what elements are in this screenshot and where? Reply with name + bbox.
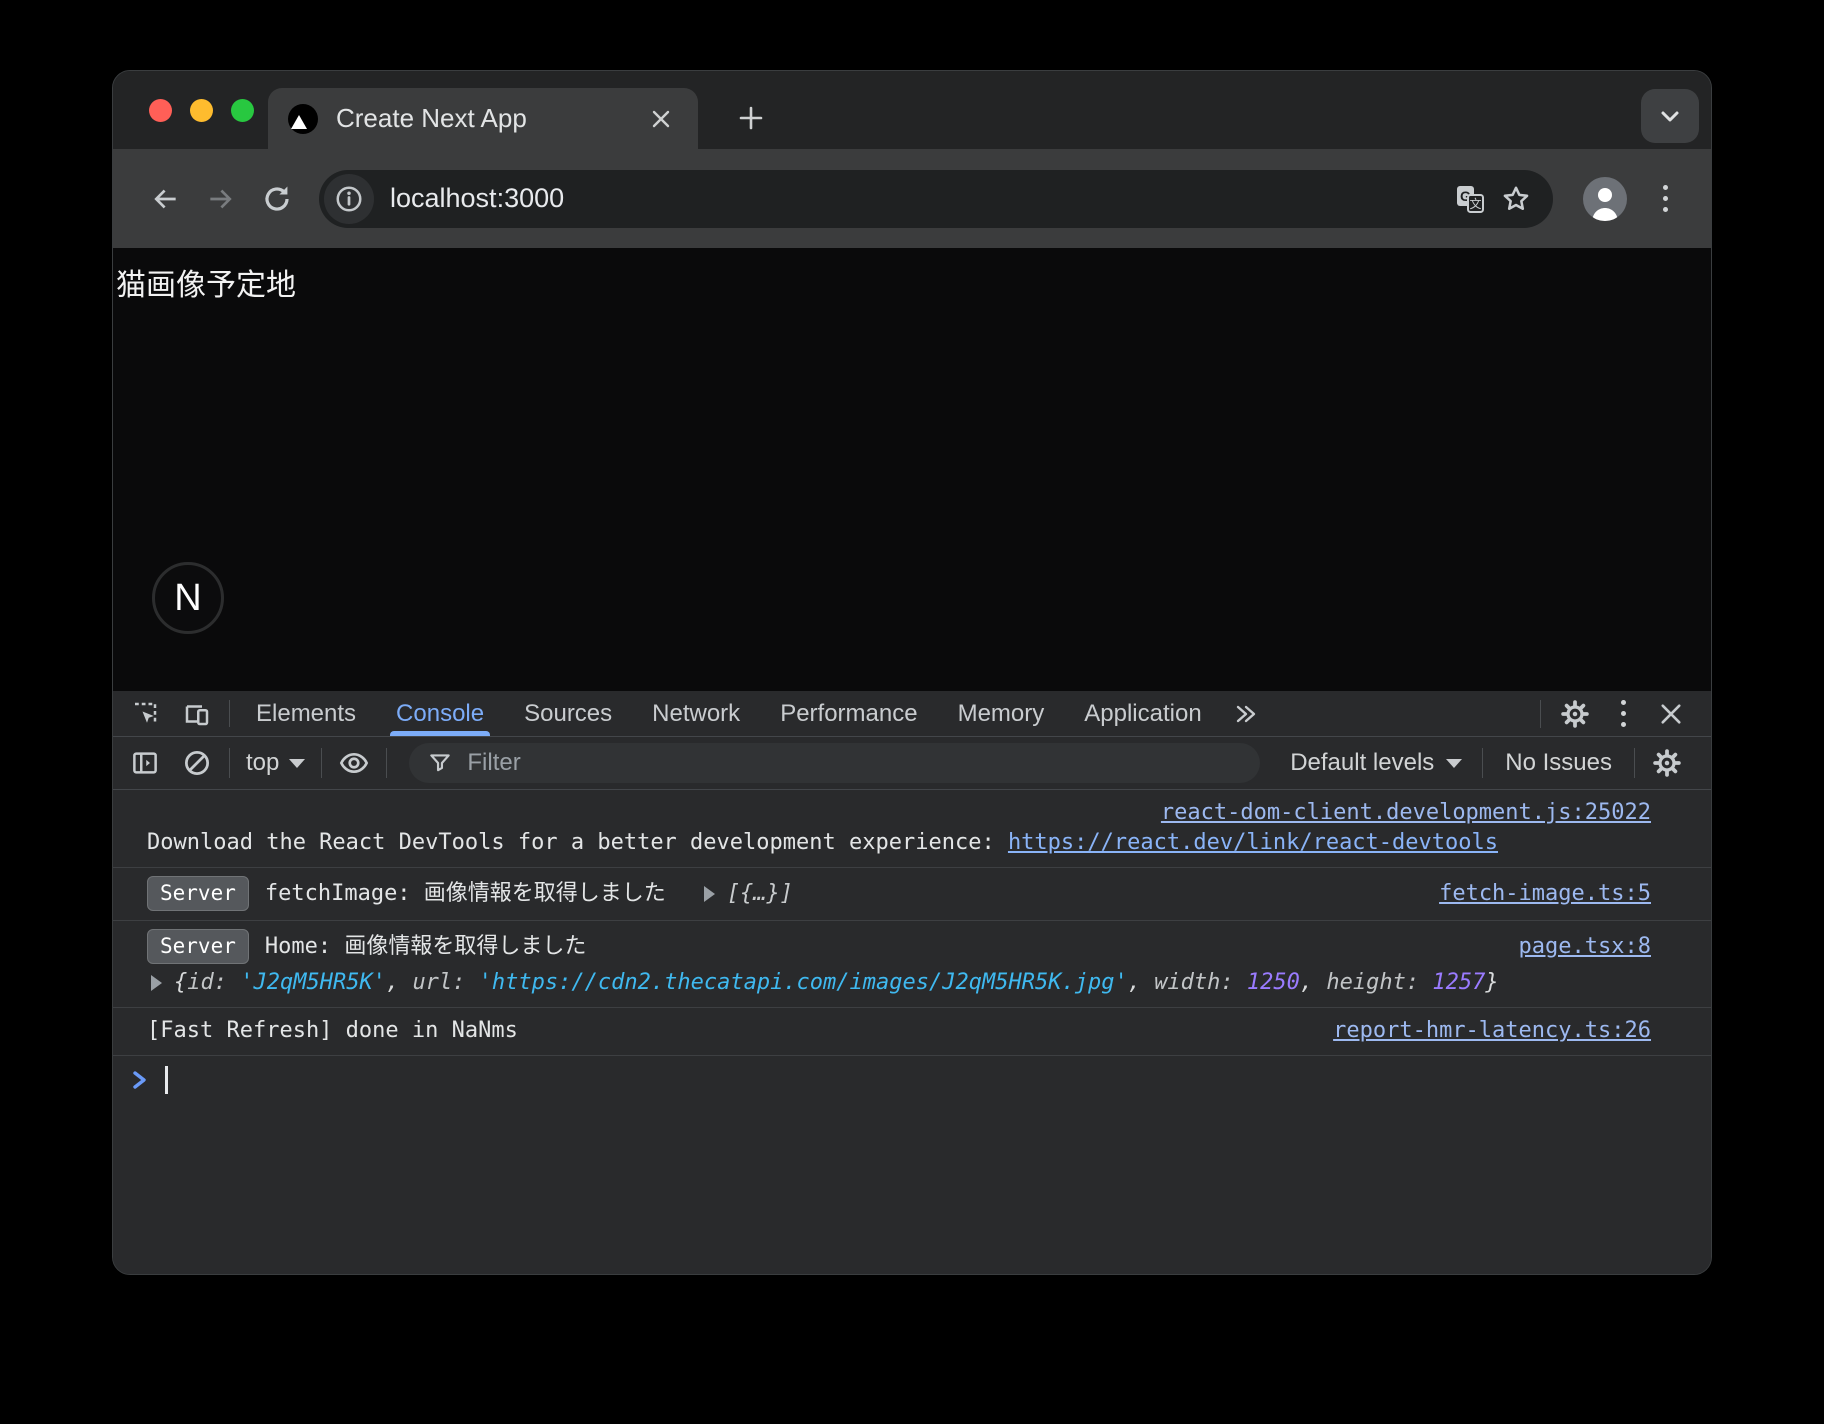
filter-placeholder: Filter	[467, 749, 520, 777]
console-message-react-devtools: react-dom-client.development.js:25022 Do…	[113, 790, 1711, 868]
tab-memory[interactable]: Memory	[938, 691, 1065, 736]
server-badge: Server	[147, 876, 249, 911]
traffic-lights	[149, 71, 254, 149]
more-tabs-icon[interactable]	[1222, 691, 1270, 736]
nextjs-favicon-icon	[288, 104, 318, 134]
nextjs-dev-badge[interactable]: N	[152, 562, 224, 634]
message-text: [Fast Refresh] done in NaNms	[147, 1016, 518, 1046]
source-link[interactable]: page.tsx:8	[1499, 932, 1651, 962]
browser-tab[interactable]: Create Next App	[268, 88, 698, 149]
object-preview[interactable]: {id: 'J2qM5HR5K', url: 'https://cdn2.the…	[174, 968, 1499, 998]
forward-button[interactable]	[193, 171, 249, 227]
collapsed-object-preview[interactable]: [{…}]	[727, 879, 793, 909]
close-window-button[interactable]	[149, 99, 172, 122]
devtools-tabbar: Elements Console Sources Network Perform…	[113, 691, 1711, 737]
prompt-chevron-icon	[129, 1067, 151, 1093]
clear-console-icon[interactable]	[171, 748, 223, 778]
console-message-fetch-image: Server fetchImage: 画像情報を取得しました [{…}] fet…	[113, 868, 1711, 921]
tab-strip: Create Next App	[113, 71, 1711, 149]
expand-triangle-icon[interactable]	[151, 975, 162, 991]
devtools-close-icon[interactable]	[1645, 701, 1697, 727]
react-devtools-link[interactable]: https://react.dev/link/react-devtools	[1008, 828, 1498, 858]
console-prompt[interactable]	[113, 1056, 1711, 1104]
text-cursor	[165, 1066, 168, 1094]
console-toolbar: top Filter Default levels	[113, 737, 1711, 790]
filter-funnel-icon	[427, 750, 453, 776]
device-toolbar-icon[interactable]	[171, 691, 223, 736]
source-link[interactable]: react-dom-client.development.js:25022	[1141, 798, 1651, 828]
browser-window: Create Next App	[112, 70, 1712, 1275]
browser-toolbar: localhost:3000 G 文	[113, 149, 1711, 248]
url-bar[interactable]: localhost:3000 G 文	[319, 170, 1553, 228]
nextjs-n-logo-icon: N	[174, 577, 201, 620]
issues-counter[interactable]: No Issues	[1489, 749, 1628, 777]
tab-sources[interactable]: Sources	[504, 691, 632, 736]
browser-menu-icon[interactable]	[1643, 177, 1687, 221]
devtools-settings-gear-icon[interactable]	[1549, 699, 1601, 729]
console-message-home: Server Home: 画像情報を取得しました page.tsx:8 {id:…	[113, 921, 1711, 1008]
server-badge: Server	[147, 929, 249, 964]
levels-label: Default levels	[1290, 749, 1434, 777]
tab-console[interactable]: Console	[376, 691, 504, 736]
profile-avatar[interactable]	[1583, 177, 1627, 221]
back-button[interactable]	[137, 171, 193, 227]
source-link[interactable]: fetch-image.ts:5	[1419, 879, 1651, 909]
maximize-window-button[interactable]	[231, 99, 254, 122]
site-info-icon[interactable]	[324, 174, 374, 224]
tab-performance[interactable]: Performance	[760, 691, 937, 736]
tab-close-icon[interactable]	[644, 102, 678, 136]
inspect-element-icon[interactable]	[119, 691, 171, 736]
console-settings-gear-icon[interactable]	[1641, 748, 1693, 778]
tab-title: Create Next App	[336, 103, 644, 134]
svg-text:文: 文	[1469, 196, 1481, 211]
message-text: Home: 画像情報を取得しました	[265, 932, 586, 962]
tab-application[interactable]: Application	[1064, 691, 1221, 736]
chevron-down-icon	[289, 759, 305, 768]
devtools-panel: Elements Console Sources Network Perform…	[113, 691, 1711, 1274]
expand-triangle-icon[interactable]	[704, 886, 715, 902]
page-viewport: 猫画像予定地 N	[113, 248, 1711, 691]
tab-search-chevron-button[interactable]	[1641, 89, 1699, 143]
chevron-down-icon	[1446, 759, 1462, 768]
devtools-menu-icon[interactable]	[1601, 692, 1645, 736]
live-expression-eye-icon[interactable]	[328, 747, 380, 779]
source-link[interactable]: report-hmr-latency.ts:26	[1313, 1016, 1651, 1046]
page-placeholder-text: 猫画像予定地	[113, 248, 1711, 304]
tab-network[interactable]: Network	[632, 691, 760, 736]
tab-elements[interactable]: Elements	[236, 691, 376, 736]
bookmark-star-icon[interactable]	[1493, 176, 1539, 222]
translate-icon[interactable]: G 文	[1447, 176, 1493, 222]
console-message-fast-refresh: [Fast Refresh] done in NaNms report-hmr-…	[113, 1008, 1711, 1056]
message-text: Download the React DevTools for a better…	[147, 828, 1008, 858]
console-filter-input[interactable]: Filter	[409, 743, 1260, 783]
url-text[interactable]: localhost:3000	[390, 183, 1447, 214]
console-messages: react-dom-client.development.js:25022 Do…	[113, 790, 1711, 1274]
execution-context-selector[interactable]: top	[236, 749, 315, 777]
message-text: fetchImage: 画像情報を取得しました	[265, 879, 666, 909]
minimize-window-button[interactable]	[190, 99, 213, 122]
log-levels-dropdown[interactable]: Default levels	[1276, 749, 1476, 777]
new-tab-button[interactable]	[728, 95, 774, 141]
reload-button[interactable]	[249, 171, 305, 227]
context-label: top	[246, 749, 279, 777]
console-sidebar-icon[interactable]	[119, 748, 171, 778]
